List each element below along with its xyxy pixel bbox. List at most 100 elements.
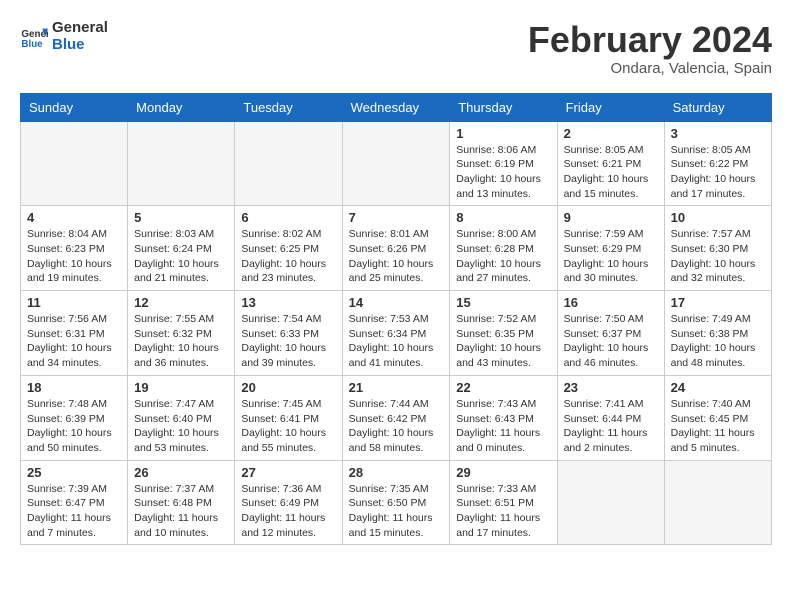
calendar-table: SundayMondayTuesdayWednesdayThursdayFrid… xyxy=(20,93,772,546)
day-info: Sunrise: 7:36 AM Sunset: 6:49 PM Dayligh… xyxy=(241,482,335,541)
calendar-cell xyxy=(664,460,771,545)
day-info: Sunrise: 7:56 AM Sunset: 6:31 PM Dayligh… xyxy=(27,312,121,371)
day-number: 17 xyxy=(671,295,765,310)
day-info: Sunrise: 7:47 AM Sunset: 6:40 PM Dayligh… xyxy=(134,397,228,456)
week-row-2: 11 Sunrise: 7:56 AM Sunset: 6:31 PM Dayli… xyxy=(21,291,772,376)
month-title: February 2024 xyxy=(528,20,772,60)
calendar-cell: 4 Sunrise: 8:04 AM Sunset: 6:23 PM Daylig… xyxy=(21,206,128,291)
week-row-0: 1 Sunrise: 8:06 AM Sunset: 6:19 PM Daylig… xyxy=(21,121,772,206)
day-number: 25 xyxy=(27,465,121,480)
calendar-cell: 8 Sunrise: 8:00 AM Sunset: 6:28 PM Daylig… xyxy=(450,206,557,291)
calendar-cell: 7 Sunrise: 8:01 AM Sunset: 6:26 PM Daylig… xyxy=(342,206,450,291)
day-number: 16 xyxy=(564,295,658,310)
day-info: Sunrise: 7:33 AM Sunset: 6:51 PM Dayligh… xyxy=(456,482,550,541)
calendar-cell xyxy=(21,121,128,206)
calendar-cell: 28 Sunrise: 7:35 AM Sunset: 6:50 PM Dayli… xyxy=(342,460,450,545)
day-number: 21 xyxy=(349,380,444,395)
calendar-cell: 17 Sunrise: 7:49 AM Sunset: 6:38 PM Dayli… xyxy=(664,291,771,376)
day-number: 23 xyxy=(564,380,658,395)
day-number: 8 xyxy=(456,210,550,225)
day-number: 12 xyxy=(134,295,228,310)
calendar-cell: 15 Sunrise: 7:52 AM Sunset: 6:35 PM Dayli… xyxy=(450,291,557,376)
calendar-cell: 11 Sunrise: 7:56 AM Sunset: 6:31 PM Dayli… xyxy=(21,291,128,376)
calendar-cell xyxy=(235,121,342,206)
calendar-cell: 6Sunrise: 8:02 AM Sunset: 6:25 PM Daylig… xyxy=(235,206,342,291)
day-number: 18 xyxy=(27,380,121,395)
calendar-cell: 2 Sunrise: 8:05 AM Sunset: 6:21 PM Daylig… xyxy=(557,121,664,206)
day-number: 24 xyxy=(671,380,765,395)
day-info: Sunrise: 7:35 AM Sunset: 6:50 PM Dayligh… xyxy=(349,482,444,541)
day-info: Sunrise: 7:53 AM Sunset: 6:34 PM Dayligh… xyxy=(349,312,444,371)
day-info: Sunrise: 7:37 AM Sunset: 6:48 PM Dayligh… xyxy=(134,482,228,541)
day-info: Sunrise: 7:43 AM Sunset: 6:43 PM Dayligh… xyxy=(456,397,550,456)
day-number: 10 xyxy=(671,210,765,225)
weekday-header-monday: Monday xyxy=(128,93,235,121)
day-info: Sunrise: 8:03 AM Sunset: 6:24 PM Dayligh… xyxy=(134,227,228,286)
calendar-cell: 22 Sunrise: 7:43 AM Sunset: 6:43 PM Dayli… xyxy=(450,375,557,460)
location-subtitle: Ondara, Valencia, Spain xyxy=(528,60,772,77)
day-number: 22 xyxy=(456,380,550,395)
day-info: Sunrise: 7:54 AM Sunset: 6:33 PM Dayligh… xyxy=(241,312,335,371)
day-number: 3 xyxy=(671,126,765,141)
calendar-cell: 16 Sunrise: 7:50 AM Sunset: 6:37 PM Dayli… xyxy=(557,291,664,376)
calendar-cell: 23 Sunrise: 7:41 AM Sunset: 6:44 PM Dayli… xyxy=(557,375,664,460)
calendar-cell: 21 Sunrise: 7:44 AM Sunset: 6:42 PM Dayli… xyxy=(342,375,450,460)
day-number: 1 xyxy=(456,126,550,141)
day-info: Sunrise: 7:55 AM Sunset: 6:32 PM Dayligh… xyxy=(134,312,228,371)
calendar-cell: 13Sunrise: 7:54 AM Sunset: 6:33 PM Dayli… xyxy=(235,291,342,376)
page-header: General Blue General Blue February 2024 … xyxy=(20,20,772,77)
day-number: 19 xyxy=(134,380,228,395)
calendar-cell: 29Sunrise: 7:33 AM Sunset: 6:51 PM Dayli… xyxy=(450,460,557,545)
logo-line1: General xyxy=(52,20,108,37)
calendar-cell: 1 Sunrise: 8:06 AM Sunset: 6:19 PM Daylig… xyxy=(450,121,557,206)
day-info: Sunrise: 7:52 AM Sunset: 6:35 PM Dayligh… xyxy=(456,312,550,371)
logo: General Blue General Blue xyxy=(20,20,108,53)
day-info: Sunrise: 7:44 AM Sunset: 6:42 PM Dayligh… xyxy=(349,397,444,456)
calendar-cell: 20Sunrise: 7:45 AM Sunset: 6:41 PM Dayli… xyxy=(235,375,342,460)
calendar-cell: 5 Sunrise: 8:03 AM Sunset: 6:24 PM Daylig… xyxy=(128,206,235,291)
day-number: 4 xyxy=(27,210,121,225)
weekday-header-saturday: Saturday xyxy=(664,93,771,121)
day-info: Sunrise: 8:00 AM Sunset: 6:28 PM Dayligh… xyxy=(456,227,550,286)
weekday-header-row: SundayMondayTuesdayWednesdayThursdayFrid… xyxy=(21,93,772,121)
day-info: Sunrise: 7:49 AM Sunset: 6:38 PM Dayligh… xyxy=(671,312,765,371)
week-row-1: 4 Sunrise: 8:04 AM Sunset: 6:23 PM Daylig… xyxy=(21,206,772,291)
logo-line2: Blue xyxy=(52,37,108,54)
day-info: Sunrise: 8:05 AM Sunset: 6:22 PM Dayligh… xyxy=(671,143,765,202)
day-info: Sunrise: 7:40 AM Sunset: 6:45 PM Dayligh… xyxy=(671,397,765,456)
weekday-header-sunday: Sunday xyxy=(21,93,128,121)
day-number: 28 xyxy=(349,465,444,480)
day-info: Sunrise: 8:06 AM Sunset: 6:19 PM Dayligh… xyxy=(456,143,550,202)
day-info: Sunrise: 8:04 AM Sunset: 6:23 PM Dayligh… xyxy=(27,227,121,286)
logo-icon: General Blue xyxy=(20,23,48,51)
calendar-cell: 19 Sunrise: 7:47 AM Sunset: 6:40 PM Dayli… xyxy=(128,375,235,460)
day-info: Sunrise: 7:48 AM Sunset: 6:39 PM Dayligh… xyxy=(27,397,121,456)
day-number: 6 xyxy=(241,210,335,225)
day-number: 5 xyxy=(134,210,228,225)
day-info: Sunrise: 7:59 AM Sunset: 6:29 PM Dayligh… xyxy=(564,227,658,286)
day-number: 15 xyxy=(456,295,550,310)
calendar-cell xyxy=(128,121,235,206)
calendar-cell: 10Sunrise: 7:57 AM Sunset: 6:30 PM Dayli… xyxy=(664,206,771,291)
calendar-cell xyxy=(557,460,664,545)
calendar-cell: 12 Sunrise: 7:55 AM Sunset: 6:32 PM Dayli… xyxy=(128,291,235,376)
day-number: 26 xyxy=(134,465,228,480)
svg-text:Blue: Blue xyxy=(21,38,43,49)
calendar-cell: 3 Sunrise: 8:05 AM Sunset: 6:22 PM Daylig… xyxy=(664,121,771,206)
calendar-cell: 25Sunrise: 7:39 AM Sunset: 6:47 PM Dayli… xyxy=(21,460,128,545)
day-number: 14 xyxy=(349,295,444,310)
day-info: Sunrise: 8:05 AM Sunset: 6:21 PM Dayligh… xyxy=(564,143,658,202)
day-number: 2 xyxy=(564,126,658,141)
weekday-header-thursday: Thursday xyxy=(450,93,557,121)
calendar-cell: 18 Sunrise: 7:48 AM Sunset: 6:39 PM Dayli… xyxy=(21,375,128,460)
weekday-header-wednesday: Wednesday xyxy=(342,93,450,121)
day-info: Sunrise: 7:41 AM Sunset: 6:44 PM Dayligh… xyxy=(564,397,658,456)
day-info: Sunrise: 8:01 AM Sunset: 6:26 PM Dayligh… xyxy=(349,227,444,286)
day-number: 11 xyxy=(27,295,121,310)
calendar-cell: 26 Sunrise: 7:37 AM Sunset: 6:48 PM Dayli… xyxy=(128,460,235,545)
day-number: 7 xyxy=(349,210,444,225)
day-info: Sunrise: 7:50 AM Sunset: 6:37 PM Dayligh… xyxy=(564,312,658,371)
weekday-header-friday: Friday xyxy=(557,93,664,121)
week-row-4: 25Sunrise: 7:39 AM Sunset: 6:47 PM Dayli… xyxy=(21,460,772,545)
day-info: Sunrise: 7:45 AM Sunset: 6:41 PM Dayligh… xyxy=(241,397,335,456)
